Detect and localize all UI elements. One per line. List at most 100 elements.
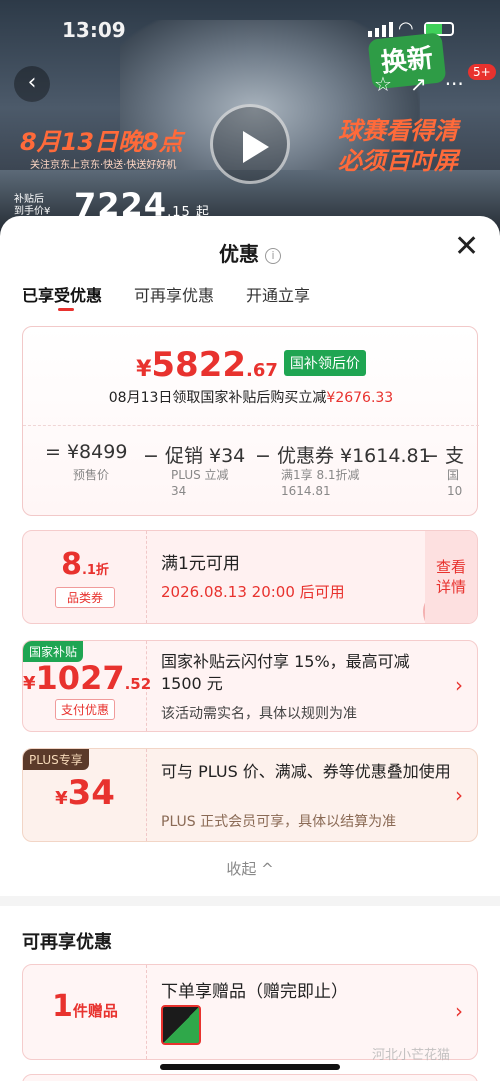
breakdown-sub-line: 满1享 8.1折减: [281, 468, 360, 482]
back-button[interactable]: ‹: [14, 66, 50, 102]
breakdown-sub-line: PLUS 立减: [171, 468, 229, 482]
breakdown-value: 优惠券 ¥1614.81: [276, 445, 431, 467]
top-actions: ☆ ↗ ···: [374, 72, 464, 96]
slogan: 球赛看得清 必须百吋屏: [338, 116, 458, 176]
breakdown-value: 支: [444, 445, 464, 467]
chevron-right-icon[interactable]: ›: [455, 783, 463, 807]
subsidy-amount: ¥1027.52: [23, 659, 151, 697]
view-details-line-2: 详情: [435, 578, 466, 596]
chevron-right-icon[interactable]: ›: [455, 999, 463, 1023]
coupon-discount-unit: .1折: [81, 563, 109, 578]
subsidy-note: 该活动需实名，具体以规则为准: [161, 706, 357, 722]
signal-icon: [368, 22, 393, 37]
chevron-right-icon[interactable]: ›: [455, 673, 463, 697]
home-indicator[interactable]: [160, 1064, 340, 1070]
plus-exclusive-card[interactable]: ¥34 PLUS专享 可与 PLUS 价、满减、券等优惠叠加使用 PLUS 正式…: [22, 748, 478, 842]
gift-count-number: 1: [52, 989, 73, 1024]
gift-count: 1件赠品: [23, 965, 147, 1059]
subsidy-amount-dec: .52: [124, 675, 152, 693]
coupon-value: 8.1折 品类券: [23, 531, 147, 623]
breakdown-item: − 支: [423, 441, 464, 468]
breakdown-item: − 促销 ¥34: [143, 441, 245, 468]
view-details-line-1: 查看: [435, 558, 466, 576]
breakdown-op: =: [45, 441, 61, 463]
gift-thumbnail[interactable]: [161, 1005, 201, 1045]
final-price-dec: .67: [246, 360, 278, 381]
plus-info: 可与 PLUS 价、满减、券等优惠叠加使用 PLUS 正式会员可享，具体以结算为…: [161, 749, 477, 841]
coupon-condition: 满1元可用: [161, 554, 240, 574]
breakdown-sub-line: 预售价: [73, 468, 110, 482]
sheet-title-text: 优惠: [219, 242, 259, 266]
promo-subtext: 关注京东上京东·快送·快送好好机: [30, 160, 177, 171]
subsidy-amount-int: 1027: [35, 659, 125, 697]
info-icon[interactable]: i: [265, 248, 281, 264]
plus-amount-int: 34: [67, 773, 115, 813]
breakdown-sub-line: 1614.81: [281, 484, 331, 498]
breakdown-sub-line: 10: [447, 484, 463, 498]
slogan-line-1: 球赛看得清: [338, 117, 458, 145]
breakdown-item: − 优惠券 ¥1614.81: [255, 441, 431, 468]
breakdown-sub: 国 10: [447, 467, 462, 499]
breakdown-op: −: [255, 445, 271, 467]
price-description-text: 08月13日领取国家补贴后购买立减: [108, 390, 327, 406]
discount-sheet: 优惠 i ✕ 已享受优惠 可再享优惠 开通立享 ¥5822.67 国补领后价 08月…: [0, 216, 500, 1081]
subsidy-info: 国家补贴云闪付享 15%，最高可减 1500 元 该活动需实名，具体以规则为准: [161, 641, 477, 731]
final-price-int: 5822: [151, 345, 247, 385]
payment-discount-tag: 支付优惠: [55, 699, 115, 720]
breakdown-sub-line: 国: [447, 468, 460, 482]
price-description-amount: ¥2676.33: [326, 390, 394, 406]
price-description: 08月13日领取国家补贴后购买立减¥2676.33: [23, 387, 479, 407]
view-details-button[interactable]: 查看 详情: [425, 531, 477, 623]
gift-count-unit: 件赠品: [72, 1002, 118, 1020]
plus-exclusive-label: PLUS专享: [23, 749, 89, 770]
plus-amount-currency: ¥: [55, 788, 68, 809]
final-price: ¥5822.67 国补领后价: [23, 345, 479, 385]
watermark: 河北小芒花猫: [372, 1048, 451, 1063]
subsidy-line-1: 补贴后: [14, 194, 44, 205]
collapse-button[interactable]: 收起 ^: [0, 858, 500, 879]
sheet-title: 优惠 i: [0, 238, 500, 267]
promo-date: 8月13日晚8点: [20, 128, 183, 156]
close-icon[interactable]: ✕: [454, 232, 479, 262]
category-coupon-card[interactable]: 8.1折 品类券 满1元可用 2026.08.13 20:00 后可用 已领 查…: [22, 530, 478, 624]
subsidy-label: 补贴后 到手价¥: [14, 194, 50, 218]
coupon-discount: 8.1折: [23, 547, 147, 582]
status-time: 13:09: [62, 18, 126, 42]
breakdown-value: 促销 ¥34: [164, 445, 246, 467]
national-subsidy-card[interactable]: ¥1027.52 支付优惠 国家补贴 国家补贴云闪付享 15%，最高可减 150…: [22, 640, 478, 732]
breakdown-sub: PLUS 立减 34: [171, 467, 229, 499]
breakdown-sub: 满1享 8.1折减 1614.81: [281, 467, 360, 499]
share-icon[interactable]: ↗: [410, 72, 427, 96]
national-subsidy-label: 国家补贴: [23, 641, 84, 662]
subsidy-title: 国家补贴云闪付享 15%，最高可减 1500 元: [161, 652, 410, 693]
section-title-more-available: 可再享优惠: [22, 932, 112, 953]
coupon-type-tag: 品类券: [55, 587, 115, 608]
tab-enjoyed[interactable]: 已享受优惠: [22, 282, 102, 306]
favorite-icon[interactable]: ☆: [374, 72, 392, 96]
gift-title: 下单享赠品（赠完即止）: [161, 982, 348, 1002]
gift-count-value: 1件赠品: [23, 989, 147, 1024]
final-price-currency: ¥: [136, 357, 152, 382]
breakdown-op: −: [143, 445, 159, 467]
breakdown-sub: 预售价: [73, 467, 109, 483]
more-icon[interactable]: ···: [445, 72, 464, 96]
slogan-line-2: 必须百吋屏: [338, 147, 458, 175]
final-price-tag: 国补领后价: [283, 350, 366, 376]
price-breakdown[interactable]: = ¥8499 预售价 − 促销 ¥34 PLUS 立减 34 − 优惠券 ¥16…: [45, 441, 465, 511]
breakdown-sub-line: 34: [171, 484, 187, 498]
plus-note: PLUS 正式会员可享，具体以结算为准: [161, 814, 397, 830]
tab-underline: [58, 308, 74, 311]
subsidy-amount-currency: ¥: [23, 673, 36, 694]
tab-activate[interactable]: 开通立享: [246, 282, 310, 306]
plus-amount: ¥34: [23, 773, 147, 813]
next-offer-card[interactable]: [22, 1074, 478, 1081]
tab-more-available[interactable]: 可再享优惠: [134, 282, 214, 306]
breakdown-item: = ¥8499: [45, 441, 127, 463]
breakdown-op: −: [423, 445, 439, 467]
coupon-valid-date: 2026.08.13 20:00 后可用: [161, 583, 345, 601]
price-summary-card: ¥5822.67 国补领后价 08月13日领取国家补贴后购买立减¥2676.33 …: [22, 326, 479, 516]
message-count-badge: 5+: [468, 64, 496, 80]
section-separator: [0, 896, 500, 906]
play-video-button[interactable]: [210, 104, 290, 184]
breakdown-value: ¥8499: [66, 441, 128, 463]
